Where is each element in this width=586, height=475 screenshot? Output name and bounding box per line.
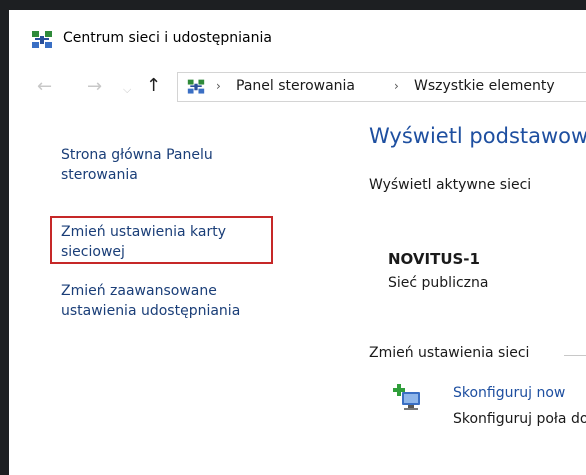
network-center-icon [31,29,53,55]
address-bar[interactable]: › Panel sterowania › Wszystkie elementy [177,72,586,102]
section-divider [564,355,586,356]
main-content: Wyświetl podstawow Wyświetl aktywne siec… [354,110,586,475]
arrow-up-icon[interactable]: ↑ [146,76,161,96]
setup-new-connection-link[interactable]: Skonfiguruj now [453,385,565,401]
control-panel-window: Centrum sieci i udostępniania ← → ⌵ ↑ › … [9,10,586,475]
page-title: Wyświetl podstawow [369,124,586,148]
sidebar-link-control-panel-home[interactable]: Strona główna Panelu sterowania [61,145,281,185]
breadcrumb-separator[interactable]: › [216,79,221,93]
sidebar-link-advanced-sharing-settings[interactable]: Zmień zaawansowane ustawienia udostępnia… [61,281,281,321]
title-bar: Centrum sieci i udostępniania [9,10,586,68]
window-title: Centrum sieci i udostępniania [63,30,272,46]
active-networks-header: Wyświetl aktywne sieci [369,177,532,193]
arrow-right-icon[interactable]: → [87,77,102,97]
network-type: Sieć publiczna [388,275,489,291]
network-setup-icon [392,382,424,416]
change-network-settings-header: Zmień ustawienia sieci [369,345,530,361]
chevron-down-icon[interactable]: ⌵ [123,80,131,100]
setup-new-connection-description: Skonfiguruj poła dostępu. [453,411,586,427]
arrow-left-icon[interactable]: ← [37,77,52,97]
network-name: NOVITUS-1 [388,250,480,268]
sidebar-link-change-adapter-settings[interactable]: Zmień ustawienia karty sieciowej [61,222,281,262]
breadcrumb-control-panel[interactable]: Panel sterowania [236,78,355,94]
sidebar: Strona główna Panelu sterowania Zmień us… [9,110,354,475]
breadcrumb-all-items[interactable]: Wszystkie elementy [414,78,555,94]
network-center-icon [187,78,205,100]
breadcrumb-separator[interactable]: › [394,79,399,93]
navigation-bar: ← → ⌵ ↑ › Panel sterowania › Wszystkie e… [9,68,586,108]
